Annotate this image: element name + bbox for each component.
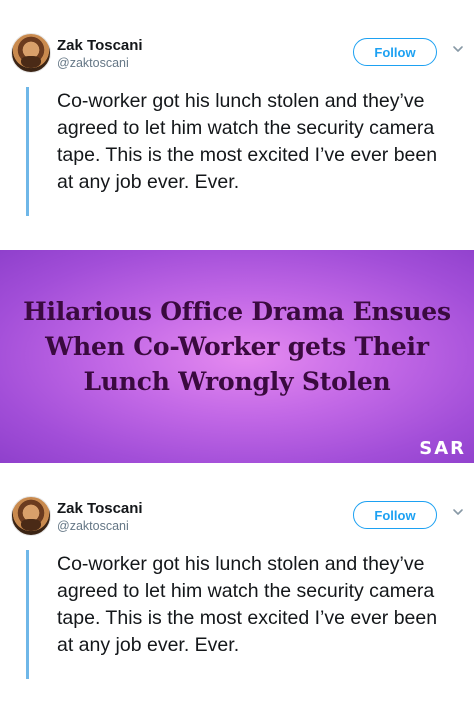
headline: Hilarious Office Drama Ensues When Co-Wo… [23, 297, 451, 396]
tweet-card-bottom: Zak Toscani @zaktoscani Follow Co-worker… [0, 463, 474, 713]
user-handle[interactable]: @zaktoscani [57, 519, 129, 533]
chevron-down-icon[interactable] [451, 505, 465, 519]
user-name[interactable]: Zak Toscani [57, 37, 143, 54]
follow-button[interactable]: Follow [353, 38, 437, 66]
avatar[interactable] [11, 33, 51, 73]
tweet-text: Co-worker got his lunch stolen and they’… [57, 553, 438, 656]
sar-logo: SAR [419, 438, 466, 459]
headline-banner: Hilarious Office Drama Ensues When Co-Wo… [0, 250, 474, 463]
quote-bar [26, 87, 29, 216]
follow-button[interactable]: Follow [353, 501, 437, 529]
user-handle[interactable]: @zaktoscani [57, 56, 129, 70]
tweet-text: Co-worker got his lunch stolen and they’… [57, 90, 438, 193]
tweet-card-top: Zak Toscani @zaktoscani Follow Co-worker… [0, 0, 474, 250]
chevron-down-icon[interactable] [451, 42, 465, 56]
quote-bar [26, 550, 29, 679]
user-name[interactable]: Zak Toscani [57, 500, 143, 517]
avatar[interactable] [11, 496, 51, 536]
